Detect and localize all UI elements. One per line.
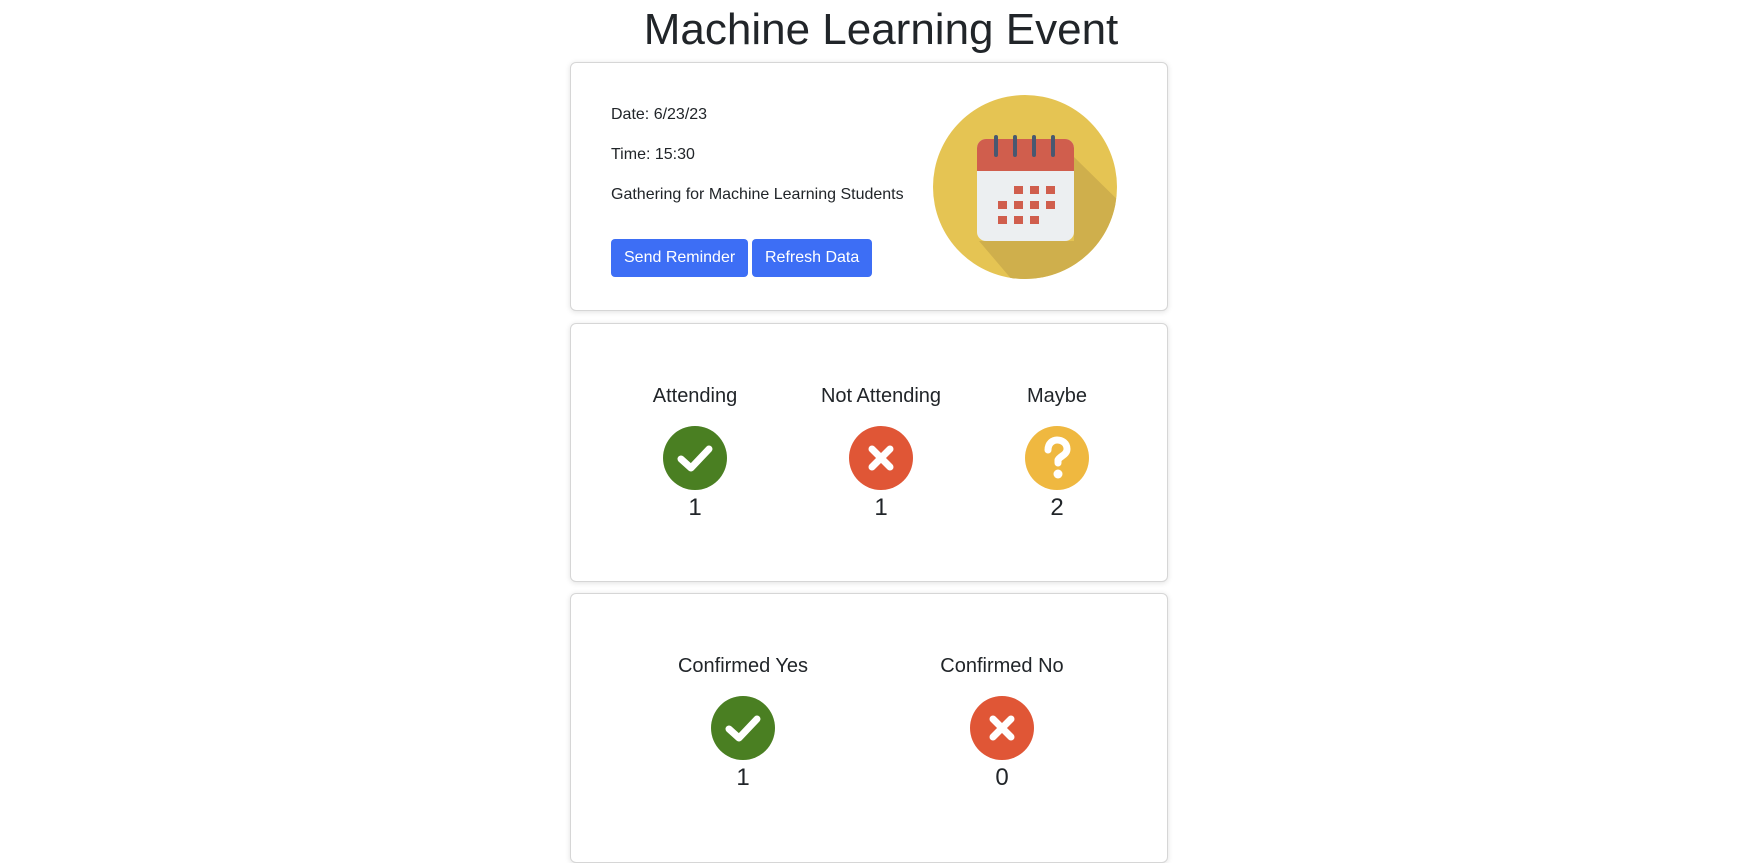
not-attending-count: 1 [874,494,888,521]
maybe-label: Maybe [1026,385,1088,407]
not-attending-stat: Not Attending 1 [791,384,971,522]
page-title: Machine Learning Event [643,5,1119,54]
confirmed-yes-stat: Confirmed Yes 1 [653,654,833,792]
maybe-count: 2 [1050,494,1064,521]
check-icon [663,426,727,490]
event-description: Gathering for Machine Learning Students [611,186,904,203]
confirmed-yes-count: 1 [736,764,750,791]
refresh-data-button[interactable]: Refresh Data [752,239,873,277]
attending-stat: Attending 1 [605,384,785,522]
check-icon [711,696,775,760]
send-reminder-button[interactable]: Send Reminder [611,239,749,277]
x-icon [849,426,913,490]
confirmed-no-label: Confirmed No [940,655,1064,677]
confirmed-summary-card: Confirmed Yes 1 Confirmed No 0 [570,593,1168,863]
not-attending-label: Not Attending [820,385,942,407]
confirmed-no-stat: Confirmed No 0 [912,654,1092,792]
question-icon [1025,426,1089,490]
event-time: Time: 15:30 [611,146,695,163]
event-details-card: Date: 6/23/23 Time: 15:30 Gathering for … [570,62,1168,311]
maybe-stat: Maybe 2 [967,384,1147,522]
attending-count: 1 [688,494,702,521]
attending-label: Attending [652,385,738,407]
confirmed-yes-label: Confirmed Yes [677,655,809,677]
x-icon [970,696,1034,760]
confirmed-no-count: 0 [995,764,1009,791]
rsvp-summary-card: Attending 1 Not Attending 1 Maybe 2 [570,323,1168,582]
event-date: Date: 6/23/23 [611,106,708,123]
calendar-icon [933,95,1117,279]
